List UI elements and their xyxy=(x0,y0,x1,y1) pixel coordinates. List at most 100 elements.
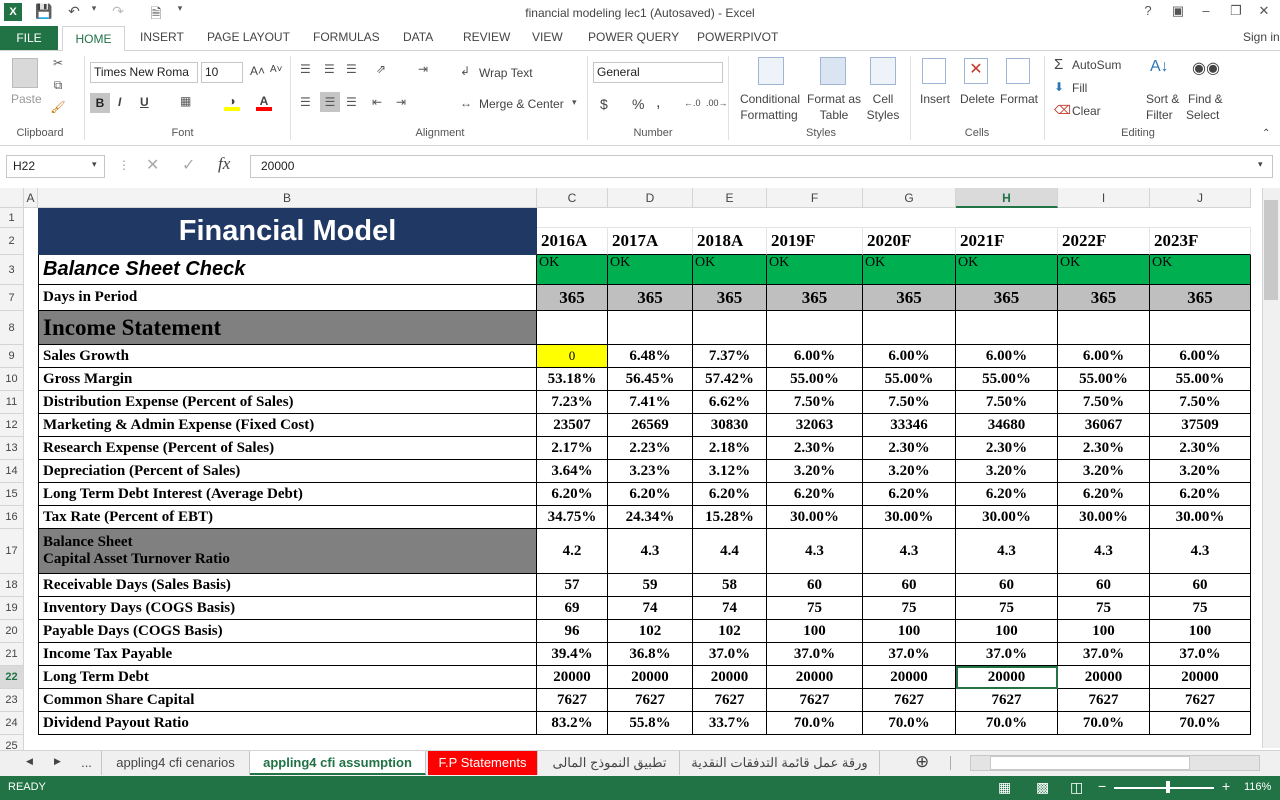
sheet-tab-scenarios[interactable]: appling4 cfi cenarios xyxy=(102,751,250,775)
value-cell[interactable]: 7627 xyxy=(956,689,1058,712)
days-cell[interactable]: 365 xyxy=(956,285,1058,311)
align-middle-icon[interactable]: ☰ xyxy=(324,62,335,76)
row-header[interactable]: 8 xyxy=(0,311,24,345)
year-header-cell[interactable]: 2019F xyxy=(767,228,863,255)
value-cell[interactable]: 20000 xyxy=(956,666,1058,689)
value-cell[interactable]: 3.20% xyxy=(1150,460,1251,483)
value-cell[interactable]: 7627 xyxy=(863,689,956,712)
value-cell[interactable]: 6.20% xyxy=(956,483,1058,506)
value-cell[interactable]: 7627 xyxy=(608,689,693,712)
value-cell[interactable]: 3.23% xyxy=(608,460,693,483)
column-header-f[interactable]: F xyxy=(767,188,863,208)
value-cell[interactable]: 7.50% xyxy=(767,391,863,414)
fill-color-icon[interactable]: ◑ xyxy=(224,94,240,111)
row-label[interactable]: Income Tax Payable xyxy=(38,643,537,666)
value-cell[interactable]: 58 xyxy=(693,574,767,597)
cell-styles-label-2[interactable]: Styles xyxy=(864,108,902,122)
value-cell[interactable]: 4.3 xyxy=(608,529,693,574)
value-cell[interactable]: 6.20% xyxy=(537,483,608,506)
value-cell[interactable]: 7.50% xyxy=(956,391,1058,414)
page-layout-view-icon[interactable]: ▩ xyxy=(1036,779,1049,796)
value-cell[interactable]: 55.00% xyxy=(1058,368,1150,391)
row-label[interactable]: Gross Margin xyxy=(38,368,537,391)
value-cell[interactable]: 4.2 xyxy=(537,529,608,574)
row-header[interactable]: 1 xyxy=(0,208,24,228)
value-cell[interactable]: 2.17% xyxy=(537,437,608,460)
ribbon-display-icon[interactable]: ▣ xyxy=(1164,3,1192,23)
value-cell[interactable]: 34680 xyxy=(956,414,1058,437)
column-header-i[interactable]: I xyxy=(1058,188,1150,208)
value-cell[interactable]: 2.30% xyxy=(1150,437,1251,460)
value-cell[interactable]: 6.62% xyxy=(693,391,767,414)
conditional-formatting-label-1[interactable]: Conditional xyxy=(738,92,802,106)
row-header[interactable]: 11 xyxy=(0,391,24,414)
format-cells-button[interactable]: Format xyxy=(1000,92,1038,106)
confirm-entry-icon[interactable]: ✓ xyxy=(182,155,195,175)
underline-button[interactable]: U xyxy=(140,95,149,109)
value-cell[interactable]: 100 xyxy=(956,620,1058,643)
value-cell[interactable]: 6.00% xyxy=(767,345,863,368)
column-header-d[interactable]: D xyxy=(608,188,693,208)
balance-check-cell[interactable]: OK xyxy=(956,255,1058,285)
cell-styles-icon[interactable] xyxy=(870,57,896,85)
balance-check-cell[interactable]: OK xyxy=(1058,255,1150,285)
value-cell[interactable]: 23507 xyxy=(537,414,608,437)
value-cell[interactable]: 30.00% xyxy=(767,506,863,529)
value-cell[interactable]: 30830 xyxy=(693,414,767,437)
value-cell[interactable]: 7627 xyxy=(537,689,608,712)
row-header[interactable]: 2 xyxy=(0,228,24,255)
tab-view[interactable]: VIEW xyxy=(532,30,563,44)
balance-sheet-check-label[interactable]: Balance Sheet Check xyxy=(38,255,537,285)
row-header[interactable]: 10 xyxy=(0,368,24,391)
value-cell[interactable]: 34.75% xyxy=(537,506,608,529)
value-cell[interactable]: 3.20% xyxy=(956,460,1058,483)
cut-icon[interactable]: ✂ xyxy=(50,56,66,70)
fill-button[interactable]: Fill xyxy=(1072,81,1087,95)
row-label[interactable]: Long Term Debt Interest (Average Debt) xyxy=(38,483,537,506)
column-header-b[interactable]: B xyxy=(38,188,537,208)
value-cell[interactable]: 6.20% xyxy=(1150,483,1251,506)
value-cell[interactable]: 60 xyxy=(1058,574,1150,597)
sort-filter-label-2[interactable]: Filter xyxy=(1146,108,1173,122)
binoculars-icon[interactable]: ◉◉ xyxy=(1192,58,1220,78)
value-cell[interactable]: 0 xyxy=(537,345,608,368)
find-select-label-2[interactable]: Select xyxy=(1186,108,1219,122)
tab-home[interactable]: HOME xyxy=(62,26,125,51)
row-header[interactable]: 17 xyxy=(0,529,24,574)
delete-cells-icon[interactable]: ✕ xyxy=(964,58,988,84)
value-cell[interactable]: 75 xyxy=(1058,597,1150,620)
value-cell[interactable]: 7.23% xyxy=(537,391,608,414)
new-sheet-icon[interactable]: ⊕ xyxy=(915,752,929,772)
blank-cell[interactable] xyxy=(693,311,767,345)
sheet-tab-fp-statements[interactable]: F.P Statements xyxy=(428,751,538,775)
zoom-slider-handle[interactable] xyxy=(1166,781,1170,793)
value-cell[interactable]: 7.50% xyxy=(1058,391,1150,414)
value-cell[interactable]: 15.28% xyxy=(693,506,767,529)
sort-filter-label-1[interactable]: Sort & xyxy=(1146,92,1179,106)
value-cell[interactable]: 60 xyxy=(863,574,956,597)
name-box[interactable]: H22 xyxy=(6,155,105,178)
align-right-icon[interactable]: ☰ xyxy=(346,95,357,109)
value-cell[interactable]: 37.0% xyxy=(1150,643,1251,666)
sheet-tab-apply-model[interactable]: تطبيق النموذج المالى xyxy=(540,751,680,775)
balance-check-cell[interactable]: OK xyxy=(608,255,693,285)
format-cells-icon[interactable] xyxy=(1006,58,1030,84)
autosum-button[interactable]: AutoSum xyxy=(1072,58,1121,72)
row-header[interactable]: 14 xyxy=(0,460,24,483)
merge-center-button[interactable]: Merge & Center xyxy=(479,97,564,111)
tab-data[interactable]: DATA xyxy=(403,30,433,44)
close-icon[interactable]: ✕ xyxy=(1250,3,1278,23)
row-label[interactable]: Tax Rate (Percent of EBT) xyxy=(38,506,537,529)
row-label[interactable]: Research Expense (Percent of Sales) xyxy=(38,437,537,460)
insert-cells-icon[interactable] xyxy=(922,58,946,84)
grow-font-icon[interactable]: A˄ xyxy=(250,64,265,78)
increase-indent-icon[interactable]: ⇥ xyxy=(396,95,406,109)
value-cell[interactable]: 100 xyxy=(767,620,863,643)
row-label[interactable]: Dividend Payout Ratio xyxy=(38,712,537,735)
collapse-ribbon-icon[interactable]: ⌃ xyxy=(1262,128,1270,139)
orientation-icon[interactable]: ⇗ xyxy=(376,62,386,76)
value-cell[interactable]: 20000 xyxy=(863,666,956,689)
zoom-out-icon[interactable]: − xyxy=(1098,778,1106,794)
value-cell[interactable]: 7627 xyxy=(693,689,767,712)
value-cell[interactable]: 20000 xyxy=(767,666,863,689)
